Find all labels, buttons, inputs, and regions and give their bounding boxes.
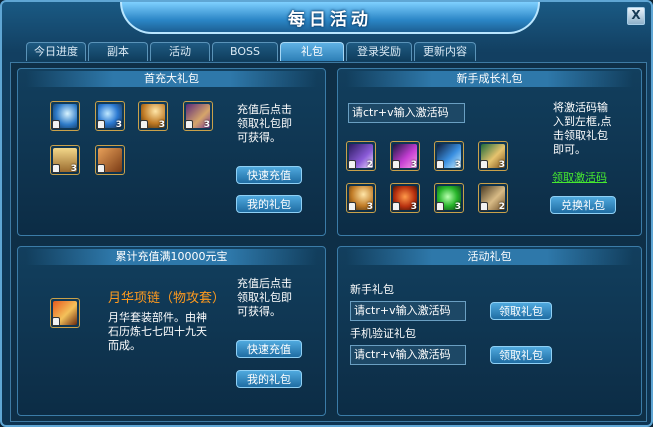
activity-gift-panel: 活动礼包 新手礼包 请ctr+v输入激活码 领取礼包 手机验证礼包 请ctr+v… bbox=[337, 246, 642, 416]
desc-line: 可获得。 bbox=[237, 131, 281, 144]
item-count: 3 bbox=[203, 120, 210, 130]
phone-code-input[interactable]: 请ctr+v输入激活码 bbox=[350, 345, 466, 365]
window-title: 每日活动 bbox=[288, 9, 372, 30]
first-recharge-panel: 首充大礼包 3 3 3 3 充值后点击 领取礼包即 可获得。 快速充值 我的礼包 bbox=[17, 68, 326, 236]
gold-wing-item-icon[interactable]: 3 bbox=[346, 183, 376, 213]
tab-dungeon[interactable]: 副本 bbox=[88, 42, 148, 61]
daily-activity-window: 每日活动 X 今日进度 副本 活动 BOSS 礼包 登录奖励 更新内容 首充大礼… bbox=[0, 0, 653, 427]
item-count: 3 bbox=[454, 202, 461, 212]
red-gem-item-icon[interactable]: 3 bbox=[390, 183, 420, 213]
tab-activity[interactable]: 活动 bbox=[150, 42, 210, 61]
tab-update-content[interactable]: 更新内容 bbox=[414, 42, 476, 61]
pink-sword-item-icon[interactable]: 3 bbox=[390, 141, 420, 171]
activation-code-input[interactable]: 请ctr+v输入激活码 bbox=[348, 103, 465, 123]
desc-line: 充值后点击 bbox=[237, 103, 292, 116]
golden-wing-item-icon[interactable]: 3 bbox=[138, 101, 168, 131]
redeem-gift-button[interactable]: 兑换礼包 bbox=[550, 196, 616, 214]
my-gift-button[interactable]: 我的礼包 bbox=[236, 370, 302, 388]
panel-title: 首充大礼包 bbox=[26, 71, 317, 87]
cumulative-recharge-panel: 累计充值满10000元宝 月华项链（物攻套） 月华套装部件。由神 石历炼七七四十… bbox=[17, 246, 326, 416]
item-count: 3 bbox=[70, 164, 77, 174]
item-count: 2 bbox=[366, 160, 373, 170]
desc-line: 而成。 bbox=[108, 339, 141, 352]
gift-content-area: 首充大礼包 3 3 3 3 充值后点击 领取礼包即 可获得。 快速充值 我的礼包 bbox=[10, 62, 647, 422]
tab-boss[interactable]: BOSS bbox=[212, 42, 278, 61]
quick-recharge-button[interactable]: 快速充值 bbox=[236, 166, 302, 184]
item-count: 2 bbox=[498, 202, 505, 212]
item-count: 3 bbox=[115, 120, 122, 130]
get-activation-code-link[interactable]: 领取激活码 bbox=[552, 169, 607, 185]
desc-line: 将激活码输 bbox=[553, 101, 608, 114]
map-scroll-item-icon[interactable]: 2 bbox=[478, 183, 508, 213]
purple-crystal-item-icon[interactable]: 2 bbox=[346, 141, 376, 171]
growth-desc: 将激活码输 入到左框,点 击领取礼包 即可。 bbox=[553, 101, 612, 157]
recharge-desc: 充值后点击 领取礼包即 可获得。 bbox=[237, 277, 292, 319]
desc-line: 月华套装部件。由神 bbox=[108, 311, 207, 324]
item-count: 3 bbox=[158, 120, 165, 130]
desc-line: 可获得。 bbox=[237, 305, 281, 318]
scroll-item-icon[interactable]: 3 bbox=[183, 101, 213, 131]
claim-phone-gift-button[interactable]: 领取礼包 bbox=[490, 346, 552, 364]
item-count: 3 bbox=[366, 202, 373, 212]
claim-newbie-gift-button[interactable]: 领取礼包 bbox=[490, 302, 552, 320]
blue-feather-item-icon[interactable]: 3 bbox=[434, 141, 464, 171]
item-count: 3 bbox=[454, 160, 461, 170]
quick-recharge-button[interactable]: 快速充值 bbox=[236, 340, 302, 358]
phone-verify-gift-label: 手机验证礼包 bbox=[350, 327, 416, 340]
my-gift-button[interactable]: 我的礼包 bbox=[236, 195, 302, 213]
desc-line: 领取礼包即 bbox=[237, 291, 292, 304]
desc-line: 充值后点击 bbox=[237, 277, 292, 290]
item-count: 3 bbox=[410, 202, 417, 212]
panel-title: 累计充值满10000元宝 bbox=[26, 249, 317, 265]
newbie-growth-panel: 新手成长礼包 请ctr+v输入激活码 将激活码输 入到左框,点 击领取礼包 即可… bbox=[337, 68, 642, 236]
desc-line: 石历炼七七四十九天 bbox=[108, 325, 207, 338]
reward-item-name: 月华项链（物攻套） bbox=[108, 291, 226, 306]
newbie-gift-label: 新手礼包 bbox=[350, 283, 394, 296]
panel-title: 活动礼包 bbox=[346, 249, 633, 265]
reward-item-desc: 月华套装部件。由神 石历炼七七四十九天 而成。 bbox=[108, 311, 207, 353]
desc-line: 即可。 bbox=[553, 143, 586, 156]
desc-line: 击领取礼包 bbox=[553, 129, 608, 142]
newbie-code-input[interactable]: 请ctr+v输入激活码 bbox=[350, 301, 466, 321]
necklace-item-icon[interactable] bbox=[50, 298, 80, 328]
blue-orb-item-icon[interactable]: 3 bbox=[95, 101, 125, 131]
title-bar[interactable]: 每日活动 bbox=[120, 2, 540, 34]
desc-line: 入到左框,点 bbox=[553, 115, 612, 128]
bag-item-icon[interactable] bbox=[95, 145, 125, 175]
close-button[interactable]: X bbox=[627, 7, 645, 25]
gold-bag-item-icon[interactable]: 3 bbox=[478, 141, 508, 171]
green-orb-item-icon[interactable]: 3 bbox=[434, 183, 464, 213]
recharge-desc: 充值后点击 领取礼包即 可获得。 bbox=[237, 103, 292, 145]
panel-title: 新手成长礼包 bbox=[346, 71, 633, 87]
tab-gift[interactable]: 礼包 bbox=[280, 42, 344, 61]
tab-today-progress[interactable]: 今日进度 bbox=[26, 42, 86, 61]
tab-login-reward[interactable]: 登录奖励 bbox=[346, 42, 412, 61]
chest-item-icon[interactable]: 3 bbox=[50, 145, 80, 175]
wing-item-icon[interactable] bbox=[50, 101, 80, 131]
item-count: 3 bbox=[498, 160, 505, 170]
tab-bar: 今日进度 副本 活动 BOSS 礼包 登录奖励 更新内容 bbox=[26, 42, 478, 62]
item-count: 3 bbox=[410, 160, 417, 170]
desc-line: 领取礼包即 bbox=[237, 117, 292, 130]
